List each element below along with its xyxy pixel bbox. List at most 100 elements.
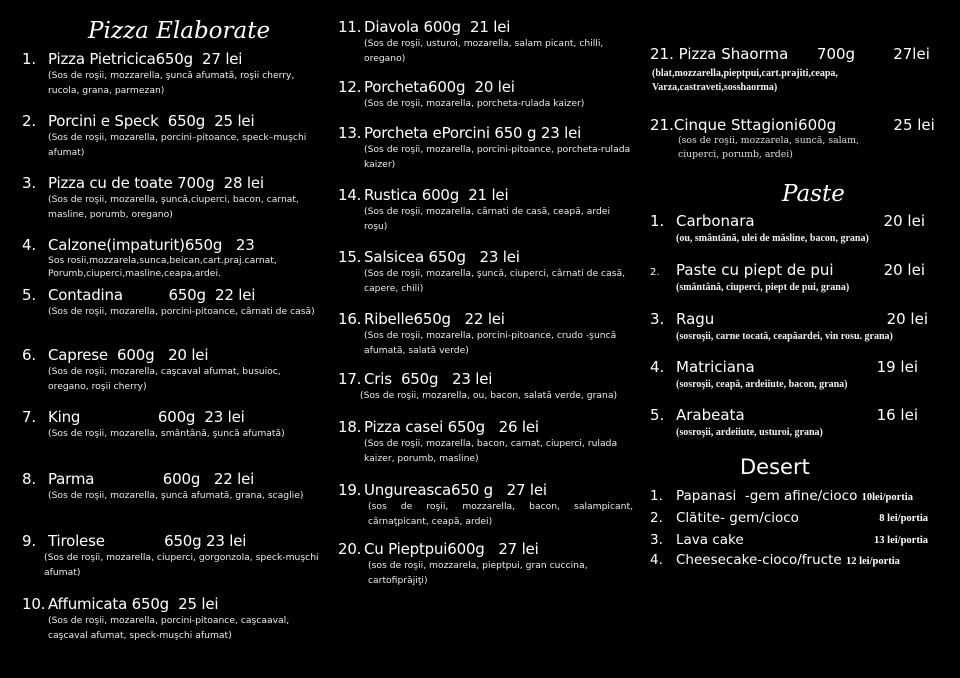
item-number: 13. <box>338 124 362 142</box>
item-title: Pizza cu de toate 700g 28 lei <box>48 174 264 192</box>
item-title: Contadina 650g 22 lei <box>48 286 256 304</box>
menu-item: 18. Pizza casei 650g 26 lei (Sos de roşii… <box>338 418 633 466</box>
menu-item: 10. Affumicata 650g 25 lei (Sos de roşii,… <box>22 595 322 643</box>
item-title: Paste cu piept de pui <box>676 261 834 279</box>
item-title: Cris 650g 23 lei <box>364 370 493 388</box>
item-description: (sos de roşii, mozzarela, suncă, salam, … <box>678 135 859 160</box>
item-price: 20 lei <box>883 212 925 230</box>
menu-item: 4. Matriciana 19 lei (sosroşii, ceapă, ard… <box>650 358 950 392</box>
item-description: (Sos de roşii, mozarella, ciuperci, gorg… <box>44 552 319 578</box>
item-title: Porcini e Speck 650g 25 lei <box>48 112 255 130</box>
item-title: 21. Pizza Shaorma 700g 27lei <box>650 45 930 63</box>
item-description: (Sos de roşii, mozarella, bacon, carnat,… <box>364 438 618 464</box>
section-title-desert: Desert <box>740 455 810 479</box>
item-number: 1. <box>650 488 663 504</box>
menu-item: 1. Carbonara 20 lei (ou, smântână, ulei de… <box>650 212 950 246</box>
item-description: (Sos de roşii, mozarella, cârnati de cas… <box>364 206 610 232</box>
menu-item: 9. Tirolese 650g 23 lei (Sos de roşii, mo… <box>22 532 322 580</box>
menu-item: 3. Ragu 20 lei (sosroşii, carne tocată, ce… <box>650 310 950 344</box>
item-number: 2. <box>22 112 36 130</box>
item-title: Tirolese 650g 23 lei <box>48 532 247 550</box>
item-number: 3. <box>22 174 36 192</box>
menu-item: 13. Porcheta ePorcini 650 g 23 lei (Sos d… <box>338 124 633 172</box>
item-price: 13 lei/portia <box>874 535 928 546</box>
item-number: 4. <box>650 552 663 568</box>
item-title: Rustica 600g 21 lei <box>364 186 509 204</box>
item-number: 2. <box>650 510 663 526</box>
item-number: 10. <box>22 595 46 613</box>
item-description: (Sos de roşii, mozzarella, şuncă afumată… <box>48 70 295 96</box>
section-title-pizza: Pizza Elaborate <box>88 18 271 44</box>
menu-item: 6. Caprese 600g 20 lei (Sos de roşii, moz… <box>22 346 322 394</box>
item-price: 12 lei/portia <box>845 556 900 567</box>
menu-item: 14. Rustica 600g 21 lei (Sos de roşii, mo… <box>338 186 633 234</box>
item-title: Parma 600g 22 lei <box>48 470 255 488</box>
item-description: (Sos de roşii, usturoi, mozarella, salam… <box>364 38 604 64</box>
menu-item: 17. Cris 650g 23 lei (Sos de roşii, mozar… <box>338 370 633 403</box>
menu-item: 1. Pizza Pietricica650g 27 lei (Sos de ro… <box>22 50 322 98</box>
item-title: Arabeata <box>676 406 745 424</box>
item-description: (Sos de roşii, mozarella, porcini-pitoan… <box>48 615 290 641</box>
item-number: 6. <box>22 346 36 364</box>
item-title: Calzone(impaturit)650g 23 <box>48 236 255 254</box>
item-title: Salsicea 650g 23 lei <box>364 248 520 266</box>
menu-item: 3. Lava cake 13 lei/portia <box>650 532 950 548</box>
menu-item: 11. Diavola 600g 21 lei (Sos de roşii, us… <box>338 18 633 66</box>
item-description: (smântână, ciuperci, piept de pui, grana… <box>676 282 850 293</box>
item-title: Ribelle650g 22 lei <box>364 310 505 328</box>
item-price: 8 lei/portia <box>879 513 928 524</box>
menu-item: 21. Pizza Shaorma 700g 27lei (blat,mozza… <box>650 45 950 95</box>
item-number: 1. <box>650 212 665 230</box>
item-title: Pizza Pietricica650g 27 lei <box>48 50 243 68</box>
item-title: 21.Cinque Sttagioni600g 25 lei <box>650 116 935 134</box>
item-description: (Sos de roşii, mozarella, porcini-pitoan… <box>48 306 315 317</box>
item-title: Diavola 600g 21 lei <box>364 18 511 36</box>
menu-item: 12. Porcheta600g 20 lei (Sos de roşii, mo… <box>338 78 633 111</box>
menu-item: 20. Cu Pieptpui600g 27 lei (sos de roşii,… <box>338 540 633 588</box>
menu-item: 7. King 600g 23 lei (Sos de roşii, mozare… <box>22 408 322 441</box>
item-number: 15. <box>338 248 362 266</box>
item-price: 10lei/portia <box>861 492 913 503</box>
item-title: Porcheta ePorcini 650 g 23 lei <box>364 124 582 142</box>
item-price: 19 lei <box>876 358 918 376</box>
item-number: 8. <box>22 470 36 488</box>
item-number: 17. <box>338 370 362 388</box>
item-description: (blat,mozzarella,pieptpui,cart.prajiti,c… <box>652 68 838 93</box>
item-number: 4. <box>650 358 665 376</box>
item-description: (Sos de roşii, mozarella, ou, bacon, sal… <box>360 390 618 401</box>
menu-item: 4. Cheesecake-cioco/fructe 12 lei/portia <box>650 552 950 568</box>
menu-item: 2. Porcini e Speck 650g 25 lei (Sos de ro… <box>22 112 322 160</box>
item-description: (sos de roşii, mozzarela, pieptpui, gran… <box>368 560 588 586</box>
item-title: Cheesecake-cioco/fructe <box>676 552 846 568</box>
item-description: (sosroşii, carne tocată, ceapăardei, vin… <box>676 331 893 342</box>
item-title: Carbonara <box>676 212 755 230</box>
item-description: (Sos de roşii, mozarella, smântână, şunc… <box>48 428 285 439</box>
item-number: 3. <box>650 532 663 548</box>
menu-item: 5. Contadina 650g 22 lei (Sos de roşii, m… <box>22 286 322 319</box>
section-title-paste: Paste <box>782 181 845 207</box>
item-number: 1. <box>22 50 36 68</box>
menu-item: 3. Pizza cu de toate 700g 28 lei (Sos de … <box>22 174 322 222</box>
item-title: Caprese 600g 20 lei <box>48 346 209 364</box>
item-description: (Sos de roşii, mozarella, şuncă afumată,… <box>48 490 304 501</box>
item-number: 4. <box>22 236 36 254</box>
menu-item: 2. Paste cu piept de pui 20 lei (smântână,… <box>650 261 950 295</box>
item-number: 12. <box>338 78 362 96</box>
item-title: Cu Pieptpui600g 27 lei <box>364 540 539 558</box>
item-title: Ungureasca650 g 27 lei <box>364 481 547 499</box>
item-title: Affumicata 650g 25 lei <box>48 595 219 613</box>
item-number: 11. <box>338 18 362 36</box>
item-description: (sosroşii, ceapă, ardeiiute, bacon, gran… <box>676 379 848 390</box>
item-description: (ou, smântână, ulei de măsline, bacon, g… <box>676 233 869 244</box>
item-number: 16. <box>338 310 362 328</box>
menu-item: 8. Parma 600g 22 lei (Sos de roşii, mozar… <box>22 470 322 503</box>
item-description: (Sos de roşii, mozarella, porcini-pitoan… <box>364 330 617 356</box>
menu-item: 2. Clătite- gem/cioco 8 lei/portia <box>650 510 950 526</box>
item-title: Pizza casei 650g 26 lei <box>364 418 539 436</box>
item-number: 5. <box>650 406 665 424</box>
item-number: 18. <box>338 418 362 436</box>
item-description: (Sos de roşii, mozarella, porcheta-rulad… <box>364 98 585 109</box>
item-number: 2. <box>650 267 660 278</box>
menu-item: 1. Papanasi -gem afine/cioco 10lei/portia <box>650 488 950 504</box>
item-title: Ragu <box>676 310 715 328</box>
